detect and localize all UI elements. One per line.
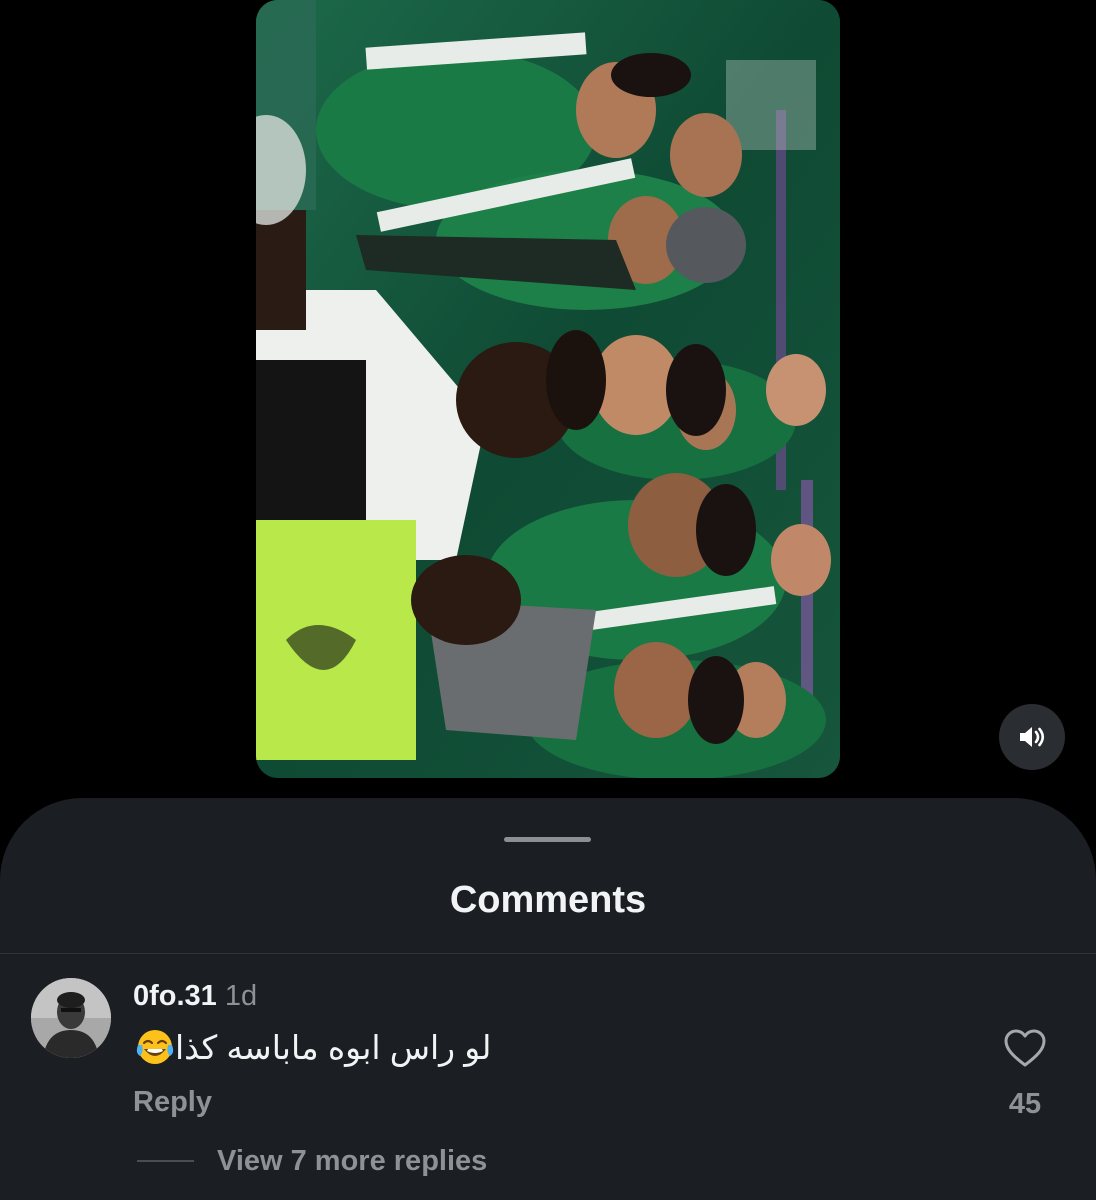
comment-body: لو راس ابوه ماباسه كذا: [133, 1026, 493, 1070]
sound-toggle-button[interactable]: [999, 704, 1065, 770]
comment-username[interactable]: 0fo.31: [133, 980, 217, 1012]
comment-item: 0fo.31 1d لو راس ابوه ماباسه كذا Reply 45…: [0, 968, 1096, 1198]
like-count: 45: [1008, 1088, 1042, 1120]
comment-text: لو راس ابوه ماباسه كذا: [175, 1029, 492, 1066]
video-frame-image: [256, 0, 840, 778]
divider: [0, 953, 1096, 954]
reel-comments-screen: Comments 0fo.31 1d لو راس ابوه ماباسه كذا: [0, 0, 1096, 1200]
avatar-image: [31, 978, 111, 1058]
speaker-icon: [1020, 727, 1045, 747]
comments-sheet: Comments 0fo.31 1d لو راس ابوه ماباسه كذا: [0, 798, 1096, 1200]
sheet-title: Comments: [449, 879, 647, 921]
heart-icon[interactable]: [1003, 1028, 1047, 1068]
face-with-tears-of-joy-icon: [136, 1030, 174, 1064]
view-more-replies-button[interactable]: View 7 more replies: [217, 1143, 487, 1179]
video-player[interactable]: [256, 0, 840, 778]
avatar[interactable]: [31, 978, 111, 1058]
comment-header: 0fo.31 1d: [133, 978, 257, 1014]
comment-timestamp: 1d: [224, 980, 258, 1012]
replies-divider-line: [137, 1160, 194, 1162]
reply-button[interactable]: Reply: [133, 1084, 212, 1120]
drag-handle[interactable]: [504, 837, 591, 842]
